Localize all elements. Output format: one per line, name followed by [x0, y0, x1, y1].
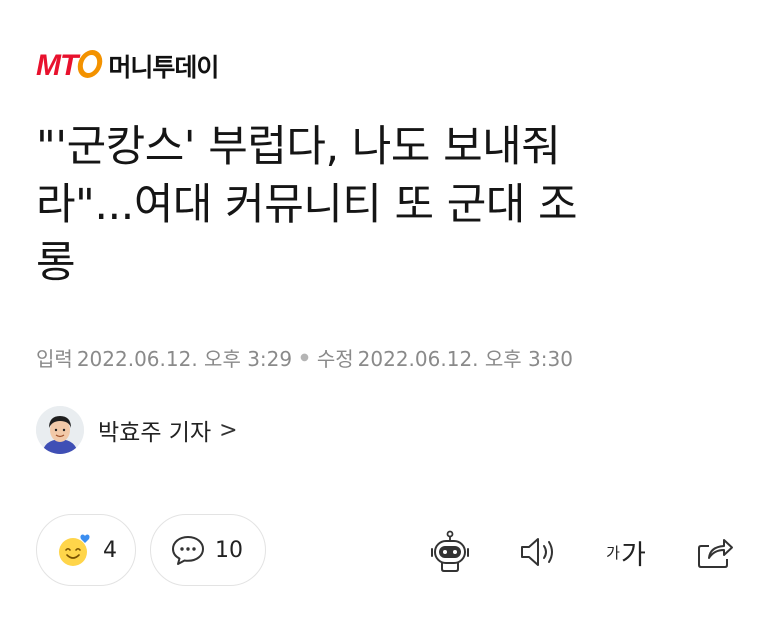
font-big-glyph: 가 [620, 539, 646, 571]
brand-logo[interactable]: MT 머니투데이 [36, 44, 219, 88]
chevron-right-icon: > [219, 417, 238, 443]
like-button[interactable]: 4 [36, 514, 136, 586]
edit-time: 2022.06.12. 오후 3:30 [357, 347, 573, 371]
brand-name: 머니투데이 [108, 53, 219, 82]
article-headline: "'군캉스' 부럽다, 나도 보내줘 라"...여대 커뮤니티 또 군대 조 롱 [36, 118, 736, 292]
headline-line-2: 라"...여대 커뮤니티 또 군대 조 [36, 180, 578, 230]
font-size-button[interactable]: 가 가 [598, 530, 654, 574]
font-small-glyph: 가 [606, 543, 620, 562]
logo-o-icon [75, 50, 105, 78]
speech-bubble-icon [172, 536, 204, 565]
author-avatar [36, 406, 84, 454]
logo-mark: MT [36, 49, 78, 82]
avatar-person-icon [36, 406, 84, 454]
author-link[interactable]: 박효주 기자 > [36, 406, 238, 454]
share-icon [698, 539, 733, 568]
comment-button[interactable]: 10 [150, 514, 266, 586]
article-meta: 입력 2022.06.12. 오후 3:29 ● 수정 2022.06.12. … [36, 343, 573, 372]
headline-line-1: "'군캉스' 부럽다, 나도 보내줘 [36, 122, 561, 172]
speaker-icon [521, 538, 553, 566]
robot-icon [431, 530, 469, 572]
smiley-heart-icon [59, 534, 90, 566]
text-to-speech-button[interactable] [516, 530, 562, 574]
summary-bot-button[interactable] [426, 530, 474, 574]
input-label: 입력 [36, 347, 73, 371]
comment-count: 10 [215, 537, 243, 563]
like-count: 4 [103, 537, 117, 563]
meta-separator-icon: ● [300, 352, 309, 363]
edit-label: 수정 [316, 347, 354, 371]
input-time: 2022.06.12. 오후 3:29 [76, 347, 293, 371]
headline-line-3: 롱 [36, 238, 76, 288]
share-button[interactable] [692, 530, 738, 574]
author-name: 박효주 기자 [98, 420, 212, 446]
